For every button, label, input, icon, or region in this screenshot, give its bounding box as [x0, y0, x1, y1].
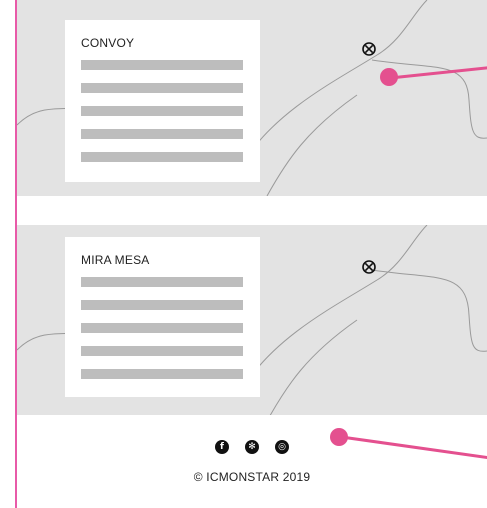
text-placeholder-line	[81, 60, 243, 70]
location-name: MIRA MESA	[81, 253, 150, 267]
copyright-text: © ICMONSTAR 2019	[193, 470, 311, 484]
text-placeholder-line	[81, 129, 243, 139]
text-placeholder-line	[81, 323, 243, 333]
footer: f ✻ ◎ © ICMONSTAR 2019	[17, 415, 487, 508]
text-placeholder-line	[81, 300, 243, 310]
yelp-icon[interactable]: ✻	[245, 440, 259, 454]
instagram-icon[interactable]: ◎	[275, 440, 289, 454]
text-placeholder-line	[81, 152, 243, 162]
text-placeholder-line	[81, 369, 243, 379]
location-marker-x-icon[interactable]	[362, 260, 376, 274]
text-placeholder-line	[81, 106, 243, 116]
text-placeholder-line	[81, 83, 243, 93]
text-placeholder-line	[81, 277, 243, 287]
text-placeholder-lines	[81, 277, 244, 379]
location-card: CONVOY	[65, 20, 260, 182]
text-placeholder-lines	[81, 60, 244, 162]
location-marker-x-icon[interactable]	[362, 42, 376, 56]
text-placeholder-line	[81, 346, 243, 356]
page: CONVOY MIRA MESA f ✻ ◎ © ICMONSTAR 2019	[0, 0, 487, 508]
location-map-mira-mesa[interactable]: MIRA MESA	[17, 225, 487, 415]
facebook-icon[interactable]: f	[215, 440, 229, 454]
location-map-convoy[interactable]: CONVOY	[17, 0, 487, 196]
location-card: MIRA MESA	[65, 237, 260, 397]
location-name: CONVOY	[81, 36, 135, 50]
